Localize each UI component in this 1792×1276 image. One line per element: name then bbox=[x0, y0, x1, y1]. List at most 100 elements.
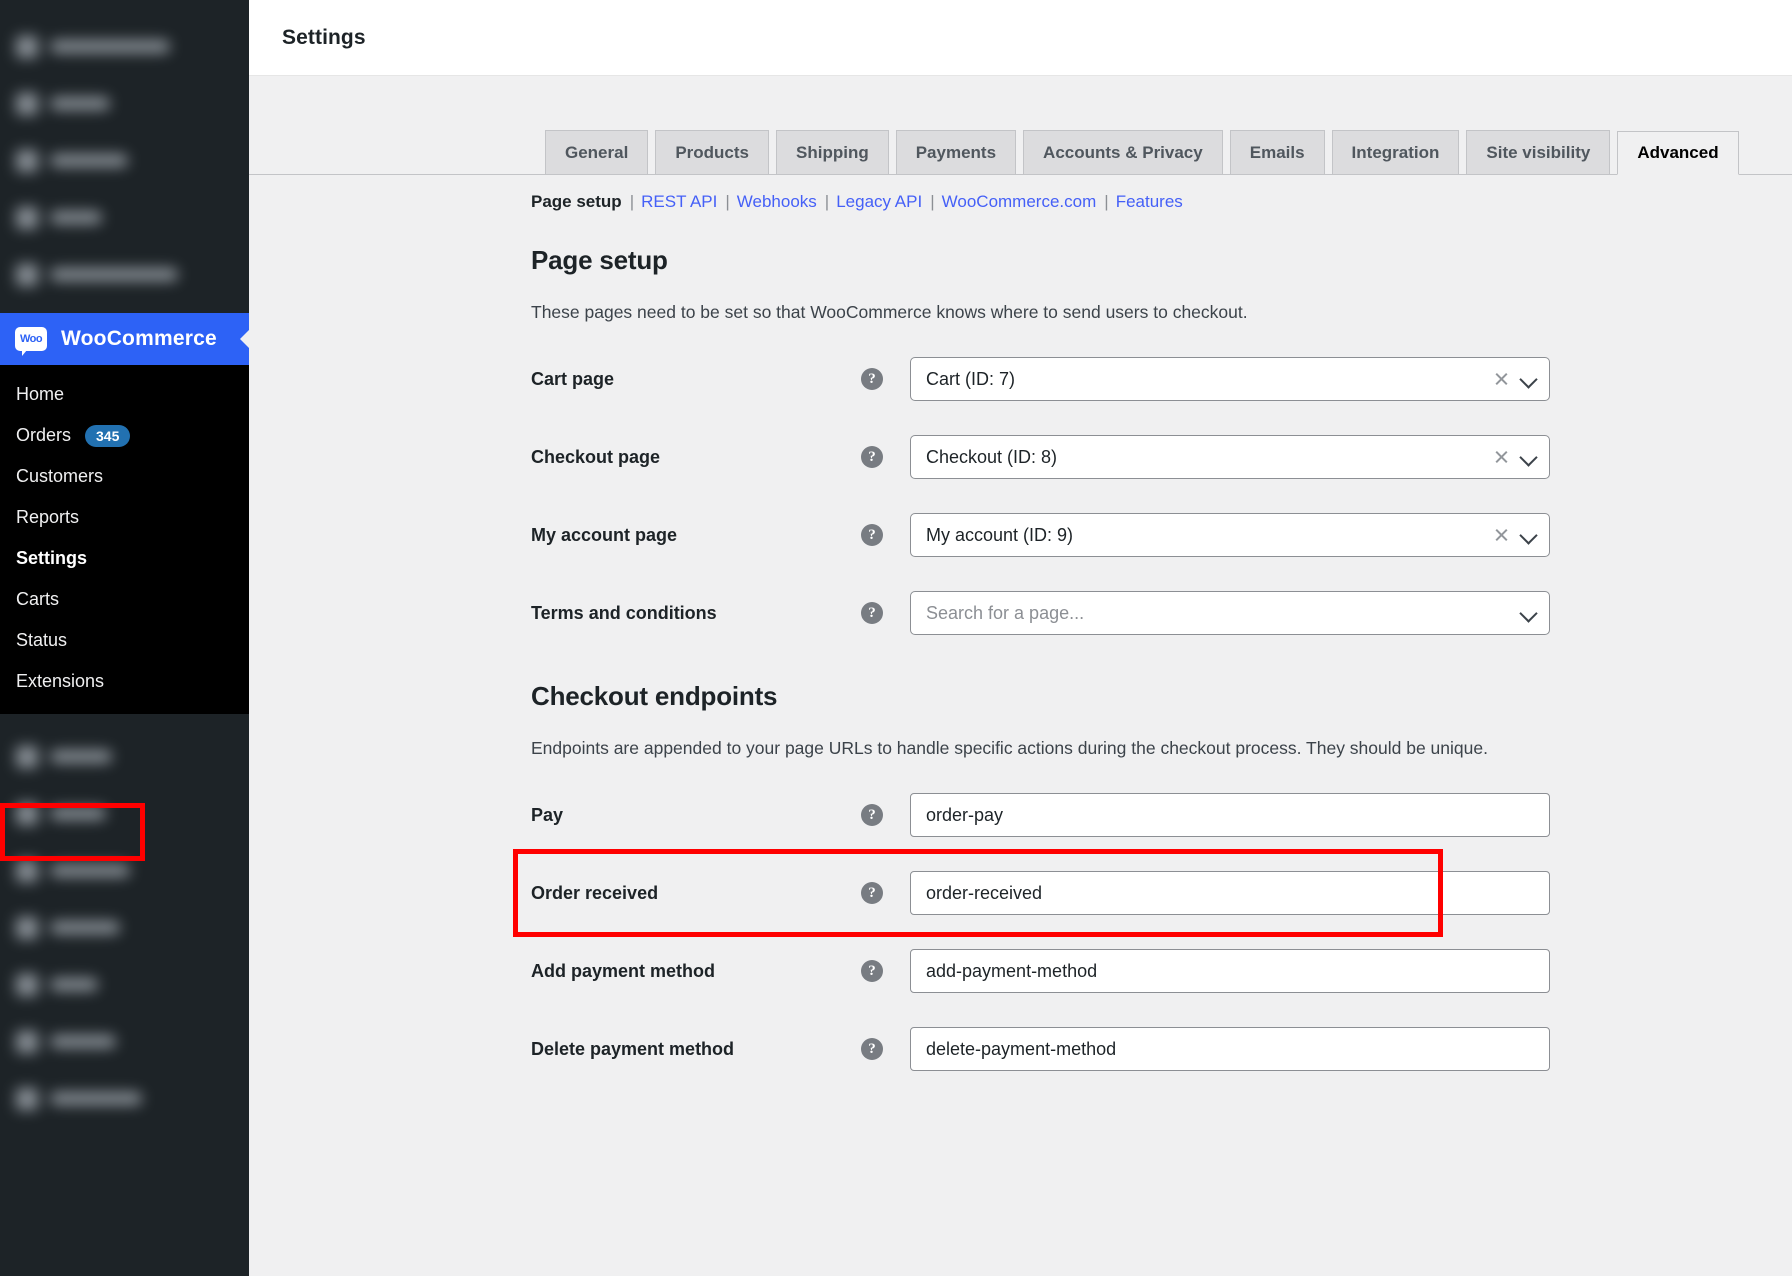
woocommerce-submenu: Home Orders 345 Customers Reports Settin… bbox=[0, 365, 249, 714]
blurred-icon bbox=[16, 1088, 38, 1110]
tab-integration[interactable]: Integration bbox=[1332, 130, 1460, 174]
blurred-icon bbox=[16, 746, 38, 768]
checkout-page-select[interactable]: Checkout (ID: 8) bbox=[910, 435, 1550, 479]
sidebar-item-label: Settings bbox=[16, 546, 87, 571]
tab-payments[interactable]: Payments bbox=[896, 130, 1016, 174]
blurred-menu-item bbox=[0, 842, 249, 899]
sidebar-item-extensions[interactable]: Extensions bbox=[0, 661, 249, 702]
cart-page-select[interactable]: Cart (ID: 7) bbox=[910, 357, 1550, 401]
select-value: My account (ID: 9) bbox=[926, 525, 1493, 546]
tab-advanced[interactable]: Advanced bbox=[1617, 131, 1738, 175]
blurred-icon bbox=[16, 803, 38, 825]
blurred-label bbox=[50, 1035, 116, 1048]
chevron-down-icon[interactable] bbox=[1520, 371, 1536, 387]
field-label: Order received bbox=[531, 883, 861, 904]
help-icon[interactable]: ? bbox=[861, 804, 883, 826]
tab-emails[interactable]: Emails bbox=[1230, 130, 1325, 174]
page-setup-heading: Page setup bbox=[531, 245, 1752, 276]
settings-tabs: General Products Shipping Payments Accou… bbox=[249, 131, 1792, 175]
tab-site-visibility[interactable]: Site visibility bbox=[1466, 130, 1610, 174]
blurred-icon bbox=[16, 860, 38, 882]
pay-endpoint-input[interactable]: order-pay bbox=[910, 793, 1550, 837]
blurred-menu-item bbox=[0, 189, 249, 246]
field-row-my-account-page: My account page ? My account (ID: 9) bbox=[531, 513, 1752, 557]
sidebar-item-woocommerce[interactable]: Woo WooCommerce bbox=[0, 313, 249, 365]
blurred-menu-item bbox=[0, 785, 249, 842]
help-icon[interactable]: ? bbox=[861, 524, 883, 546]
sidebar-item-home[interactable]: Home bbox=[0, 374, 249, 415]
subnav-link-webhooks[interactable]: Webhooks bbox=[737, 192, 817, 212]
chevron-down-icon[interactable] bbox=[1520, 605, 1536, 621]
blurred-label bbox=[50, 97, 110, 110]
blurred-menu-item bbox=[0, 956, 249, 1013]
terms-and-conditions-select[interactable]: Search for a page... bbox=[910, 591, 1550, 635]
subnav-link-rest-api[interactable]: REST API bbox=[641, 192, 717, 212]
blurred-label bbox=[50, 154, 128, 167]
blurred-label bbox=[50, 978, 98, 991]
admin-sidebar: Woo WooCommerce Home Orders 345 Customer… bbox=[0, 0, 249, 1276]
field-row-order-received: Order received ? order-received bbox=[531, 871, 1752, 915]
sidebar-item-label: Status bbox=[16, 628, 67, 653]
subnav-link-woocommerce-com[interactable]: WooCommerce.com bbox=[942, 192, 1097, 212]
blurred-icon bbox=[16, 150, 38, 172]
tab-shipping[interactable]: Shipping bbox=[776, 130, 889, 174]
field-row-cart-page: Cart page ? Cart (ID: 7) bbox=[531, 357, 1752, 401]
input-value: delete-payment-method bbox=[926, 1039, 1536, 1060]
tab-products[interactable]: Products bbox=[655, 130, 769, 174]
help-icon[interactable]: ? bbox=[861, 1038, 883, 1060]
field-label: My account page bbox=[531, 525, 861, 546]
select-icons bbox=[1493, 527, 1536, 543]
help-icon[interactable]: ? bbox=[861, 882, 883, 904]
field-label: Cart page bbox=[531, 369, 861, 390]
clear-icon[interactable] bbox=[1493, 371, 1509, 387]
page-setup-description: These pages need to be set so that WooCo… bbox=[531, 302, 1752, 323]
subnav-link-legacy-api[interactable]: Legacy API bbox=[836, 192, 922, 212]
sidebar-item-label: Extensions bbox=[16, 669, 104, 694]
sidebar-item-customers[interactable]: Customers bbox=[0, 456, 249, 497]
subnav-separator: | bbox=[825, 192, 829, 212]
sidebar-item-label: Home bbox=[16, 382, 64, 407]
settings-content: General Products Shipping Payments Accou… bbox=[249, 131, 1792, 1071]
add-payment-method-endpoint-input[interactable]: add-payment-method bbox=[910, 949, 1550, 993]
sidebar-item-reports[interactable]: Reports bbox=[0, 497, 249, 538]
page-header: Settings bbox=[249, 0, 1792, 76]
blurred-menu-item bbox=[0, 246, 249, 303]
subnav-link-features[interactable]: Features bbox=[1116, 192, 1183, 212]
subnav-separator: | bbox=[630, 192, 634, 212]
select-icons bbox=[1520, 605, 1536, 621]
field-row-delete-payment-method: Delete payment method ? delete-payment-m… bbox=[531, 1027, 1752, 1071]
help-icon[interactable]: ? bbox=[861, 446, 883, 468]
input-value: add-payment-method bbox=[926, 961, 1536, 982]
clear-icon[interactable] bbox=[1493, 527, 1509, 543]
help-icon[interactable]: ? bbox=[861, 602, 883, 624]
blurred-menu-item bbox=[0, 18, 249, 75]
blurred-icon bbox=[16, 1031, 38, 1053]
sidebar-blurred-top-menu bbox=[0, 0, 249, 313]
sidebar-item-settings[interactable]: Settings bbox=[0, 538, 249, 579]
sidebar-item-carts[interactable]: Carts bbox=[0, 579, 249, 620]
blurred-icon bbox=[16, 93, 38, 115]
select-icons bbox=[1493, 371, 1536, 387]
chevron-down-icon[interactable] bbox=[1520, 527, 1536, 543]
field-row-pay: Pay ? order-pay bbox=[531, 793, 1752, 837]
blurred-menu-item bbox=[0, 75, 249, 132]
blurred-label bbox=[50, 864, 130, 877]
chevron-down-icon[interactable] bbox=[1520, 449, 1536, 465]
sidebar-item-status[interactable]: Status bbox=[0, 620, 249, 661]
tab-general[interactable]: General bbox=[545, 130, 648, 174]
clear-icon[interactable] bbox=[1493, 449, 1509, 465]
select-value: Checkout (ID: 8) bbox=[926, 447, 1493, 468]
field-row-terms-and-conditions: Terms and conditions ? Search for a page… bbox=[531, 591, 1752, 635]
sidebar-item-orders[interactable]: Orders 345 bbox=[0, 415, 249, 456]
settings-panel: Page setup These pages need to be set so… bbox=[249, 245, 1792, 1071]
my-account-page-select[interactable]: My account (ID: 9) bbox=[910, 513, 1550, 557]
blurred-label bbox=[50, 268, 178, 281]
order-received-endpoint-input[interactable]: order-received bbox=[910, 871, 1550, 915]
help-icon[interactable]: ? bbox=[861, 960, 883, 982]
subnav-separator: | bbox=[725, 192, 729, 212]
orders-count-badge: 345 bbox=[85, 425, 130, 447]
tab-accounts-privacy[interactable]: Accounts & Privacy bbox=[1023, 130, 1223, 174]
delete-payment-method-endpoint-input[interactable]: delete-payment-method bbox=[910, 1027, 1550, 1071]
sidebar-brand-label: WooCommerce bbox=[61, 327, 217, 351]
help-icon[interactable]: ? bbox=[861, 368, 883, 390]
